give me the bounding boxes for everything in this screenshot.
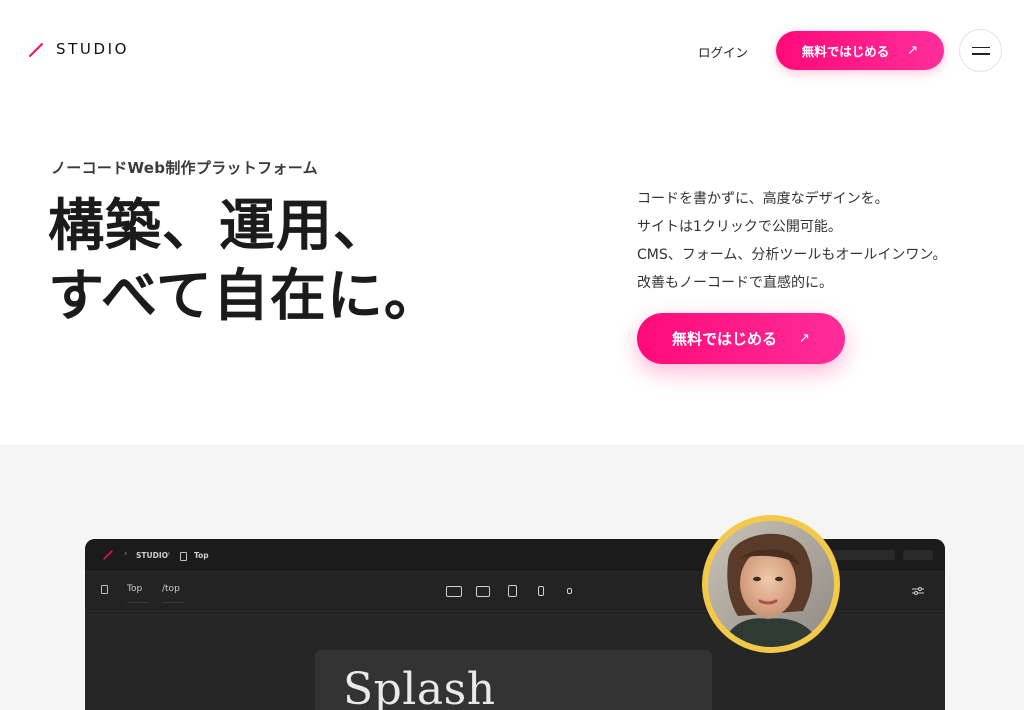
start-free-button-header[interactable]: 無料ではじめる ↗: [776, 31, 944, 70]
divider: [162, 602, 184, 603]
logo-text: STUDIO: [56, 40, 130, 58]
slash-logo-icon: [103, 550, 113, 560]
arrow-up-right-icon: ↗: [907, 43, 919, 58]
headline-line: すべて自在に。: [48, 264, 441, 329]
headline-line: 構築、運用、: [48, 194, 390, 259]
hero-headline: 構築、運用、 すべて自在に。: [48, 192, 441, 332]
chevron-right-icon: ›: [167, 549, 171, 559]
feature-item: CMS、フォーム、分析ツールもオールインワン。: [637, 247, 947, 263]
sliders-icon: [912, 587, 924, 595]
feature-item: サイトは1クリックで公開可能。: [637, 219, 842, 235]
menu-button[interactable]: [959, 29, 1002, 72]
feature-item: コードを書かずに、高度なデザインを。: [637, 191, 889, 207]
page-name: Top: [127, 584, 143, 594]
hamburger-icon-line: [971, 53, 990, 55]
page-icon: [180, 552, 187, 561]
desktop-view-icon: [446, 586, 462, 597]
chevron-right-icon: ›: [124, 549, 128, 559]
cta-label: 無料ではじめる: [801, 44, 890, 59]
site-header: STUDIO ログイン 無料ではじめる ↗: [0, 0, 1024, 100]
topbar-field: [903, 550, 933, 560]
breadcrumb-page: Top: [194, 551, 209, 560]
start-free-button-hero[interactable]: 無料ではじめる ↗: [637, 313, 845, 364]
tablet-view-icon: [508, 585, 517, 597]
canvas-title: Splash: [343, 664, 496, 710]
arrow-up-right-icon: ↗: [799, 331, 810, 346]
login-link[interactable]: ログイン: [698, 42, 748, 61]
page-path: /top: [162, 584, 180, 594]
avatar: [702, 515, 840, 653]
slash-logo-icon: [29, 43, 43, 57]
cta-label: 無料ではじめる: [672, 330, 778, 348]
studio-logo[interactable]: STUDIO: [28, 40, 129, 58]
feature-item: 改善もノーコードで直感的に。: [637, 275, 833, 291]
mobile-view-icon: [538, 586, 544, 596]
canvas-card: Splash: [315, 650, 712, 710]
portrait-image: [708, 521, 834, 647]
page-icon: [101, 585, 108, 594]
topbar-field: [830, 550, 895, 560]
laptop-view-icon: [476, 586, 490, 597]
breadcrumb-project: STUDIO: [136, 551, 168, 560]
feature-list: コードを書かずに、高度なデザインを。 サイトは1クリックで公開可能。 CMS、フ…: [637, 185, 946, 297]
divider: [127, 602, 149, 603]
hero-tagline: ノーコードWeb制作プラットフォーム: [51, 159, 318, 177]
hamburger-icon-line: [971, 46, 990, 48]
avatar-photo: [708, 521, 834, 647]
small-mobile-view-icon: [567, 588, 572, 594]
